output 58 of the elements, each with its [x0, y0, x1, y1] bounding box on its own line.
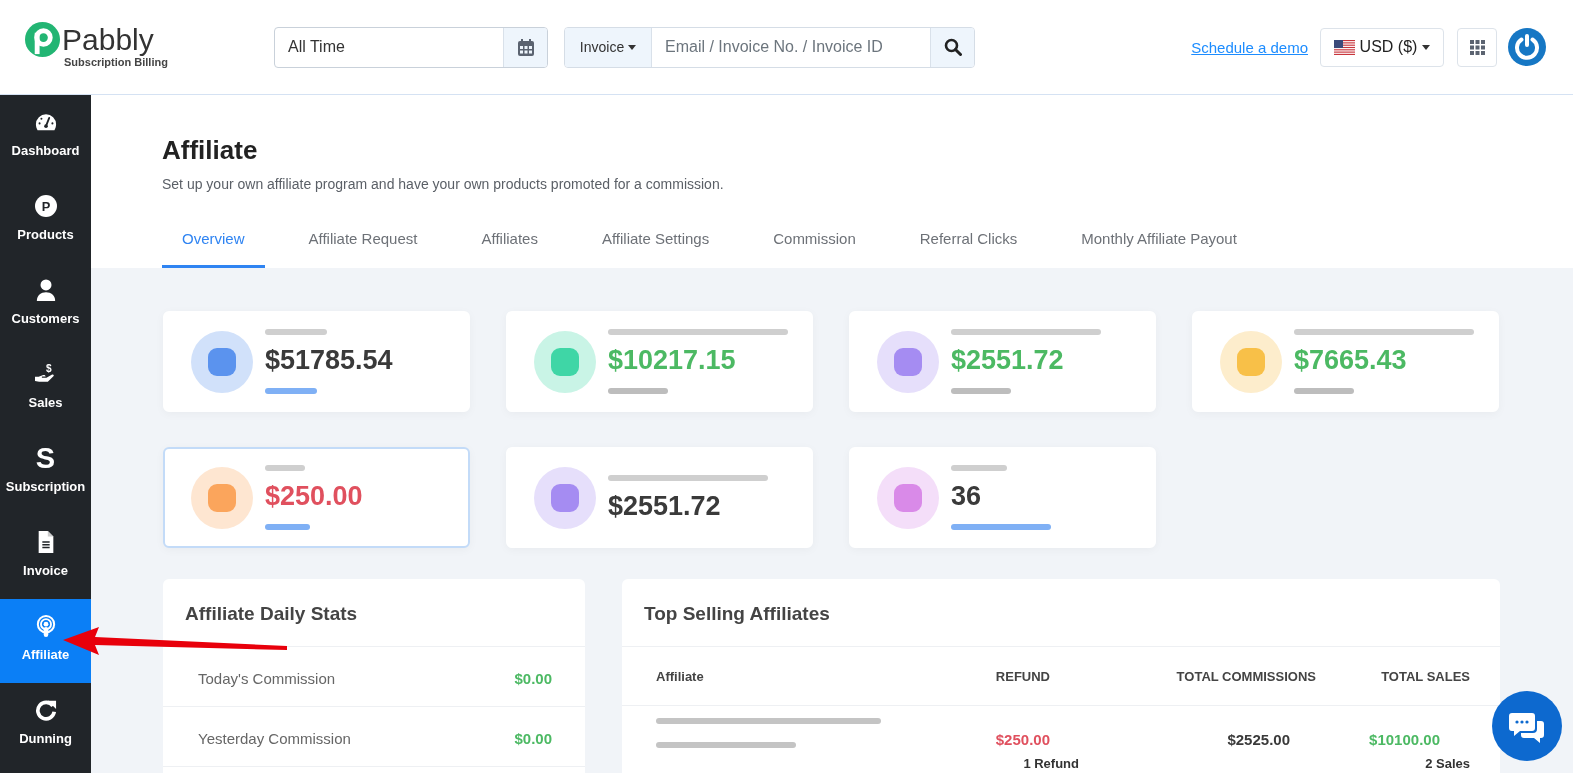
stat-amount: $0.00: [514, 729, 552, 747]
table-cell-text: $250.00: [995, 730, 1051, 750]
power-icon[interactable]: [1508, 28, 1546, 66]
stat-value: $10217.15: [608, 345, 736, 375]
currency-dropdown[interactable]: USD ($): [1320, 27, 1444, 67]
refresh-icon: [34, 699, 57, 721]
tab[interactable]: Affiliate Settings: [581, 220, 730, 268]
stat-label: Today's Commission: [198, 669, 336, 687]
s-letter-icon: S: [35, 447, 56, 469]
p-circle-icon: P: [34, 195, 57, 217]
stat-amount: $0.00: [514, 669, 552, 687]
column-header: REFUND: [995, 668, 1050, 684]
panel-title: Top Selling Affiliates: [644, 603, 830, 624]
logo-name: Pabbly: [62, 22, 154, 57]
chat-icon[interactable]: [1492, 691, 1562, 761]
logo-mark-icon: [25, 22, 60, 57]
panel-title: Affiliate Daily Stats: [185, 603, 358, 624]
stat-value: $250.00: [265, 481, 363, 511]
placeholder-bar: [265, 329, 327, 335]
sidebar-item[interactable]: Customers: [0, 263, 91, 347]
sidebar-item[interactable]: P Products: [0, 179, 91, 263]
table-cell-text: $10100.00: [1369, 730, 1441, 750]
tab[interactable]: Commission: [753, 220, 876, 268]
flag-icon: [1333, 39, 1355, 55]
sidebar-item[interactable]: Affiliate: [0, 599, 91, 683]
tab[interactable]: Overview: [162, 220, 265, 268]
tab[interactable]: Monthly Affiliate Payout: [1061, 220, 1257, 268]
tab[interactable]: Affiliate Request: [288, 220, 438, 268]
grid-icon: [1469, 39, 1485, 55]
tab[interactable]: Affiliates: [461, 220, 558, 268]
table-cell: 2 Sales: [1425, 756, 1470, 772]
column-header: Affiliate: [656, 668, 704, 684]
stat-value: $2551.72: [608, 490, 721, 521]
apps-button[interactable]: [1457, 27, 1497, 67]
tab[interactable]: Referral Clicks: [899, 220, 1038, 268]
logo-tagline: Subscription Billing: [64, 56, 168, 69]
column-header: TOTAL COMMISSIONS: [1176, 668, 1316, 684]
sidebar-item[interactable]: Invoice: [0, 515, 91, 599]
sidebar-item[interactable]: S Subscription: [0, 431, 91, 515]
gauge-icon: [34, 111, 57, 133]
caret-icon: [1422, 44, 1431, 50]
page-title: Affiliate: [162, 134, 258, 166]
placeholder-bar: [951, 465, 1007, 471]
stat-value: 36: [951, 481, 982, 511]
stat-value: $51785.54: [265, 345, 393, 375]
column-header: TOTAL SALES: [1381, 668, 1470, 684]
stat-label: Yesterday Commission: [198, 729, 351, 747]
user-icon: [34, 279, 57, 301]
stat-value: $2551.72: [951, 345, 1064, 375]
sidebar-item[interactable]: Dunning: [0, 683, 91, 767]
sidebar-item[interactable]: Dashboard: [0, 95, 91, 179]
broadcast-icon: [34, 615, 57, 637]
stat-value: $7665.43: [1294, 345, 1407, 375]
page-subtitle: Set up your own affiliate program and have your own products promoted for a commission.: [162, 176, 724, 192]
sidebar-item[interactable]: $ Sales: [0, 347, 91, 431]
table-cell: 1 Refund: [1023, 756, 1079, 772]
table-cell-text: $2525.00: [1227, 730, 1291, 750]
placeholder-bar: [265, 465, 305, 471]
